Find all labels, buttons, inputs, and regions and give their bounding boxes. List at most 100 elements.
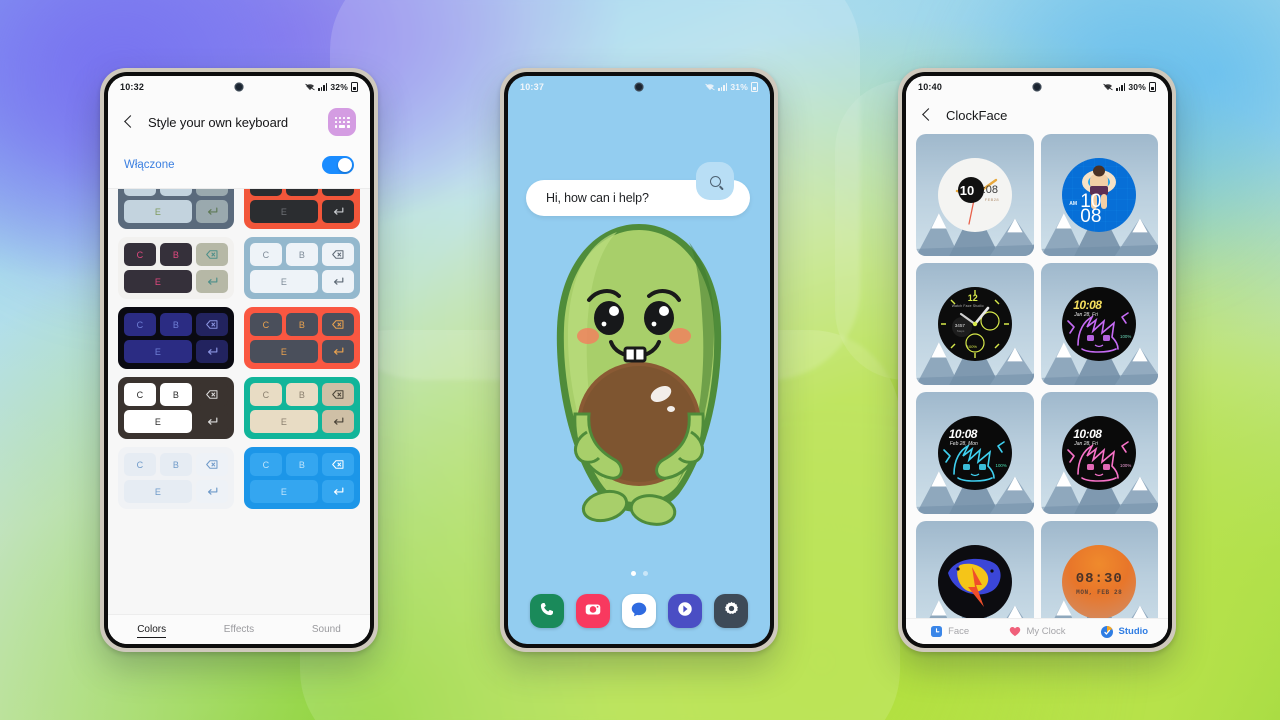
key-e[interactable]: E bbox=[250, 340, 318, 363]
nav-item-studio[interactable]: Studio bbox=[1081, 625, 1168, 638]
watchface-card[interactable]: 12 Watch Face Studio 3457 Steps 100% bbox=[916, 263, 1034, 385]
heart-icon bbox=[1008, 625, 1021, 638]
key-e[interactable]: E bbox=[250, 200, 318, 223]
backspace-icon[interactable] bbox=[322, 453, 354, 476]
key-b[interactable]: B bbox=[160, 453, 192, 476]
backspace-icon[interactable] bbox=[196, 383, 228, 406]
enter-icon[interactable] bbox=[322, 480, 354, 503]
nav-label: My Clock bbox=[1026, 626, 1066, 637]
phone2-screen: 10:37 31% Hi, how can i help? bbox=[508, 76, 770, 644]
enter-icon[interactable] bbox=[322, 340, 354, 363]
keyboard-icon[interactable] bbox=[328, 108, 356, 136]
key-c[interactable]: C bbox=[124, 453, 156, 476]
camera-app[interactable] bbox=[576, 594, 610, 628]
status-time: 10:40 bbox=[918, 82, 943, 92]
key-b[interactable]: B bbox=[286, 383, 318, 406]
key-c[interactable]: C bbox=[250, 383, 282, 406]
settings-app[interactable] bbox=[714, 594, 748, 628]
status-time: 10:37 bbox=[520, 82, 545, 92]
keyboard-theme-swatch[interactable]: CBE bbox=[244, 189, 360, 229]
key-e[interactable]: E bbox=[124, 340, 192, 363]
keyboard-theme-swatch[interactable]: CBE bbox=[118, 237, 234, 299]
enter-icon[interactable] bbox=[322, 270, 354, 293]
back-chevron-icon[interactable] bbox=[120, 113, 138, 131]
key-e[interactable]: E bbox=[250, 270, 318, 293]
phone3-header: ClockFace bbox=[906, 98, 1168, 134]
backspace-icon[interactable] bbox=[196, 189, 228, 196]
compass-icon bbox=[675, 599, 695, 624]
keyboard-theme-swatch[interactable]: CBE bbox=[118, 447, 234, 509]
phone-app[interactable] bbox=[530, 594, 564, 628]
watchface-card[interactable]: 08:30 MON, FEB 28 bbox=[1040, 521, 1158, 618]
keyboard-theme-swatch[interactable]: CBE bbox=[244, 377, 360, 439]
watchface-card[interactable]: 10:08 Jan 28, Fri 100% bbox=[1040, 392, 1158, 514]
enter-icon[interactable] bbox=[322, 200, 354, 223]
key-c[interactable]: C bbox=[250, 453, 282, 476]
backspace-icon[interactable] bbox=[322, 189, 354, 196]
watchface-card[interactable] bbox=[916, 521, 1034, 618]
page-dot[interactable] bbox=[642, 571, 648, 576]
key-e[interactable]: E bbox=[250, 410, 318, 433]
keyboard-theme-swatch[interactable]: CBE bbox=[118, 307, 234, 369]
key-b[interactable]: B bbox=[286, 189, 318, 196]
enter-icon[interactable] bbox=[196, 340, 228, 363]
key-c[interactable]: C bbox=[250, 189, 282, 196]
key-b[interactable]: B bbox=[160, 243, 192, 266]
search-widget[interactable]: Hi, how can i help? bbox=[526, 162, 750, 216]
key-b[interactable]: B bbox=[160, 189, 192, 196]
watchface-card[interactable]: 10:08 Jan 28, Fri 100% bbox=[1040, 263, 1158, 385]
backspace-icon[interactable] bbox=[322, 243, 354, 266]
keyboard-theme-swatch[interactable]: CBE bbox=[118, 377, 234, 439]
keyboard-theme-swatch[interactable]: CBE bbox=[244, 307, 360, 369]
nav-item-face[interactable]: Face bbox=[906, 625, 993, 638]
tab-colors[interactable]: Colors bbox=[108, 624, 195, 638]
backspace-icon[interactable] bbox=[322, 383, 354, 406]
watchface-card[interactable]: AM 10 08 bbox=[1040, 134, 1158, 256]
key-e[interactable]: E bbox=[250, 480, 318, 503]
backspace-icon[interactable] bbox=[196, 453, 228, 476]
keyboard-theme-swatch[interactable]: CBE bbox=[118, 189, 234, 229]
page-dot[interactable] bbox=[630, 571, 636, 576]
backspace-icon[interactable] bbox=[322, 313, 354, 336]
backspace-icon[interactable] bbox=[196, 313, 228, 336]
key-c[interactable]: C bbox=[124, 243, 156, 266]
watchface-dial: 10:08 Feb 28, Mon 100% bbox=[937, 416, 1012, 490]
backspace-icon[interactable] bbox=[196, 243, 228, 266]
key-c[interactable]: C bbox=[250, 313, 282, 336]
keyboard-theme-swatch[interactable]: CBE bbox=[244, 237, 360, 299]
enable-toggle-row[interactable]: Włączone bbox=[108, 148, 370, 189]
internet-app[interactable] bbox=[668, 594, 702, 628]
key-e[interactable]: E bbox=[124, 270, 192, 293]
enter-icon[interactable] bbox=[196, 270, 228, 293]
key-b[interactable]: B bbox=[286, 313, 318, 336]
key-b[interactable]: B bbox=[286, 243, 318, 266]
watchface-card[interactable]: 10:08 Feb 28, Mon 100% bbox=[916, 392, 1034, 514]
watchface-steps: 3457 bbox=[954, 323, 965, 328]
key-c[interactable]: C bbox=[124, 313, 156, 336]
enter-icon[interactable] bbox=[196, 480, 228, 503]
enable-switch[interactable] bbox=[322, 156, 354, 174]
key-e[interactable]: E bbox=[124, 200, 192, 223]
key-c[interactable]: C bbox=[250, 243, 282, 266]
enter-icon[interactable] bbox=[196, 410, 228, 433]
tab-sound[interactable]: Sound bbox=[283, 624, 370, 635]
tab-effects[interactable]: Effects bbox=[195, 624, 282, 635]
theme-list-scroll[interactable]: CBECBECBECBECBECBECBECBECBECBE bbox=[108, 189, 370, 614]
search-icon[interactable] bbox=[696, 162, 734, 200]
key-e[interactable]: E bbox=[124, 480, 192, 503]
nav-item-my-clock[interactable]: My Clock bbox=[993, 625, 1080, 638]
enter-icon[interactable] bbox=[196, 200, 228, 223]
key-b[interactable]: B bbox=[286, 453, 318, 476]
enter-icon[interactable] bbox=[322, 410, 354, 433]
signal-icon bbox=[318, 83, 328, 91]
back-chevron-icon[interactable] bbox=[918, 106, 936, 124]
messages-app[interactable] bbox=[622, 594, 656, 628]
key-c[interactable]: C bbox=[124, 383, 156, 406]
key-b[interactable]: B bbox=[160, 383, 192, 406]
watchface-card[interactable]: 10 :08 FEB28 bbox=[916, 134, 1034, 256]
keyboard-theme-swatch[interactable]: CBE bbox=[244, 447, 360, 509]
key-b[interactable]: B bbox=[160, 313, 192, 336]
watchface-list-scroll[interactable]: 10 :08 FEB28 AM 10 08 12 Watch Face Stud… bbox=[906, 134, 1168, 618]
key-c[interactable]: C bbox=[124, 189, 156, 196]
key-e[interactable]: E bbox=[124, 410, 192, 433]
